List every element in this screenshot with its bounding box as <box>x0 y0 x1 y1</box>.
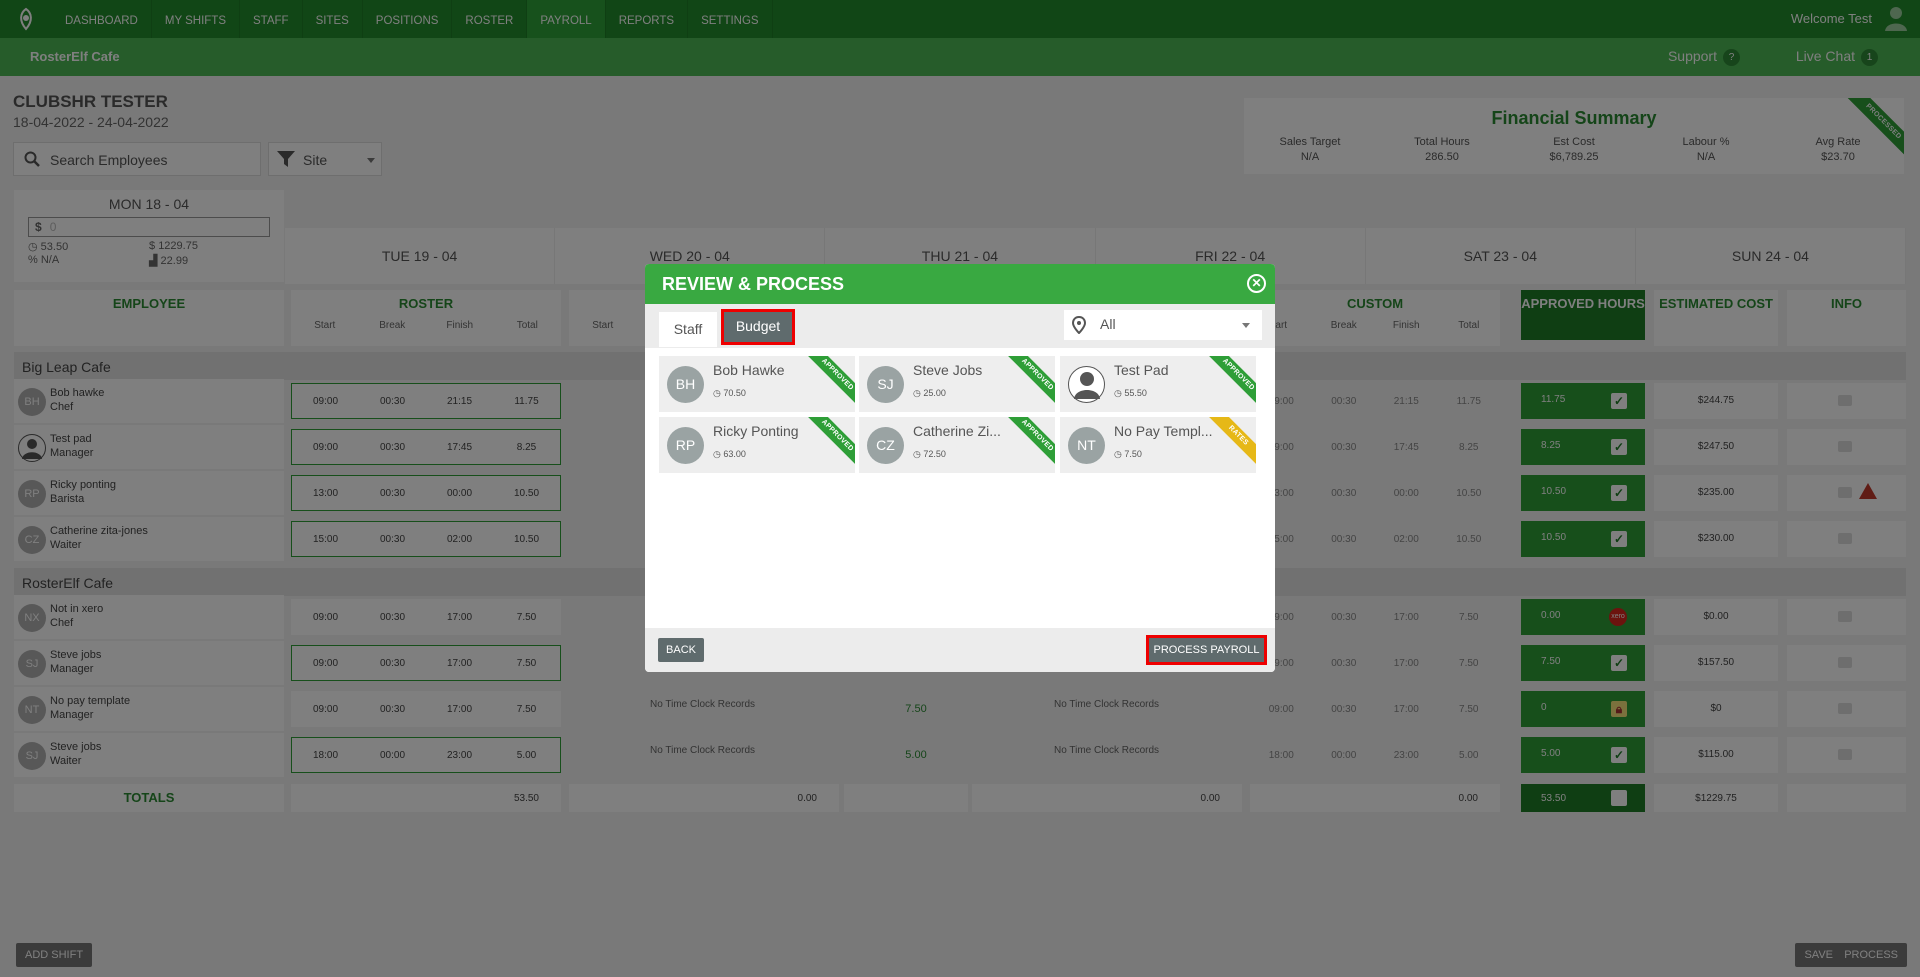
clock-icon: ◷ <box>1114 449 1122 459</box>
staff-card[interactable]: Test Pad ◷ 55.50 APPROVED <box>1060 356 1256 412</box>
clock-icon: ◷ <box>713 388 721 398</box>
back-button[interactable]: BACK <box>658 638 704 662</box>
modal-header: REVIEW & PROCESS <box>645 264 1275 304</box>
staff-hours: ◷ 70.50 <box>713 388 746 399</box>
tab-budget[interactable]: Budget <box>721 309 795 345</box>
tab-staff[interactable]: Staff <box>659 312 717 347</box>
staff-card[interactable]: RP Ricky Ponting ◷ 63.00 APPROVED <box>659 417 855 473</box>
avatar: CZ <box>867 427 904 464</box>
staff-card[interactable]: BH Bob Hawke ◷ 70.50 APPROVED <box>659 356 855 412</box>
staff-card[interactable]: CZ Catherine Zi... ◷ 72.50 APPROVED <box>859 417 1055 473</box>
map-pin-icon <box>1072 316 1086 334</box>
modal-footer: BACK PROCESS PAYROLL <box>645 628 1275 672</box>
clock-icon: ◷ <box>713 449 721 459</box>
staff-card[interactable]: SJ Steve Jobs ◷ 25.00 APPROVED <box>859 356 1055 412</box>
chevron-down-icon <box>1242 323 1250 328</box>
staff-hours: ◷ 72.50 <box>913 449 946 460</box>
staff-hours: ◷ 63.00 <box>713 449 746 460</box>
close-icon[interactable]: ✕ <box>1247 274 1266 293</box>
staff-name: Steve Jobs <box>913 362 983 378</box>
staff-hours-value: 25.00 <box>923 388 946 398</box>
staff-hours-value: 55.50 <box>1124 388 1147 398</box>
avatar: NT <box>1068 427 1105 464</box>
approved-ribbon: APPROVED <box>805 356 855 407</box>
staff-hours-value: 72.50 <box>923 449 946 459</box>
approved-ribbon: APPROVED <box>1206 356 1256 407</box>
clock-icon: ◷ <box>913 388 921 398</box>
avatar: RP <box>667 427 704 464</box>
modal-title: REVIEW & PROCESS <box>662 274 845 294</box>
avatar: BH <box>667 366 704 403</box>
staff-name: No Pay Templ... <box>1114 423 1213 439</box>
staff-name: Bob Hawke <box>713 362 785 378</box>
staff-hours-value: 7.50 <box>1124 449 1142 459</box>
staff-name: Ricky Ponting <box>713 423 799 439</box>
staff-hours: ◷ 55.50 <box>1114 388 1147 399</box>
staff-name: Test Pad <box>1114 362 1169 378</box>
clock-icon: ◷ <box>1114 388 1122 398</box>
avatar <box>1068 366 1105 403</box>
staff-hours: ◷ 7.50 <box>1114 449 1142 460</box>
approved-ribbon: APPROVED <box>1005 417 1055 468</box>
staff-hours: ◷ 25.00 <box>913 388 946 399</box>
approved-ribbon: APPROVED <box>805 417 855 468</box>
staff-hours-value: 70.50 <box>723 388 746 398</box>
modal-tab-bar: Staff Budget All <box>645 304 1275 348</box>
location-filter-select[interactable]: All <box>1064 310 1262 340</box>
staff-name: Catherine Zi... <box>913 423 1001 439</box>
review-process-modal: REVIEW & PROCESS ✕ Staff Budget All BH B… <box>645 264 1275 672</box>
approved-ribbon: APPROVED <box>1005 356 1055 407</box>
staff-card[interactable]: NT No Pay Templ... ◷ 7.50 RATES <box>1060 417 1256 473</box>
staff-hours-value: 63.00 <box>723 449 746 459</box>
rates-ribbon: RATES <box>1206 417 1256 468</box>
process-payroll-button[interactable]: PROCESS PAYROLL <box>1146 635 1267 665</box>
clock-icon: ◷ <box>913 449 921 459</box>
location-filter-value: All <box>1100 316 1116 332</box>
avatar: SJ <box>867 366 904 403</box>
